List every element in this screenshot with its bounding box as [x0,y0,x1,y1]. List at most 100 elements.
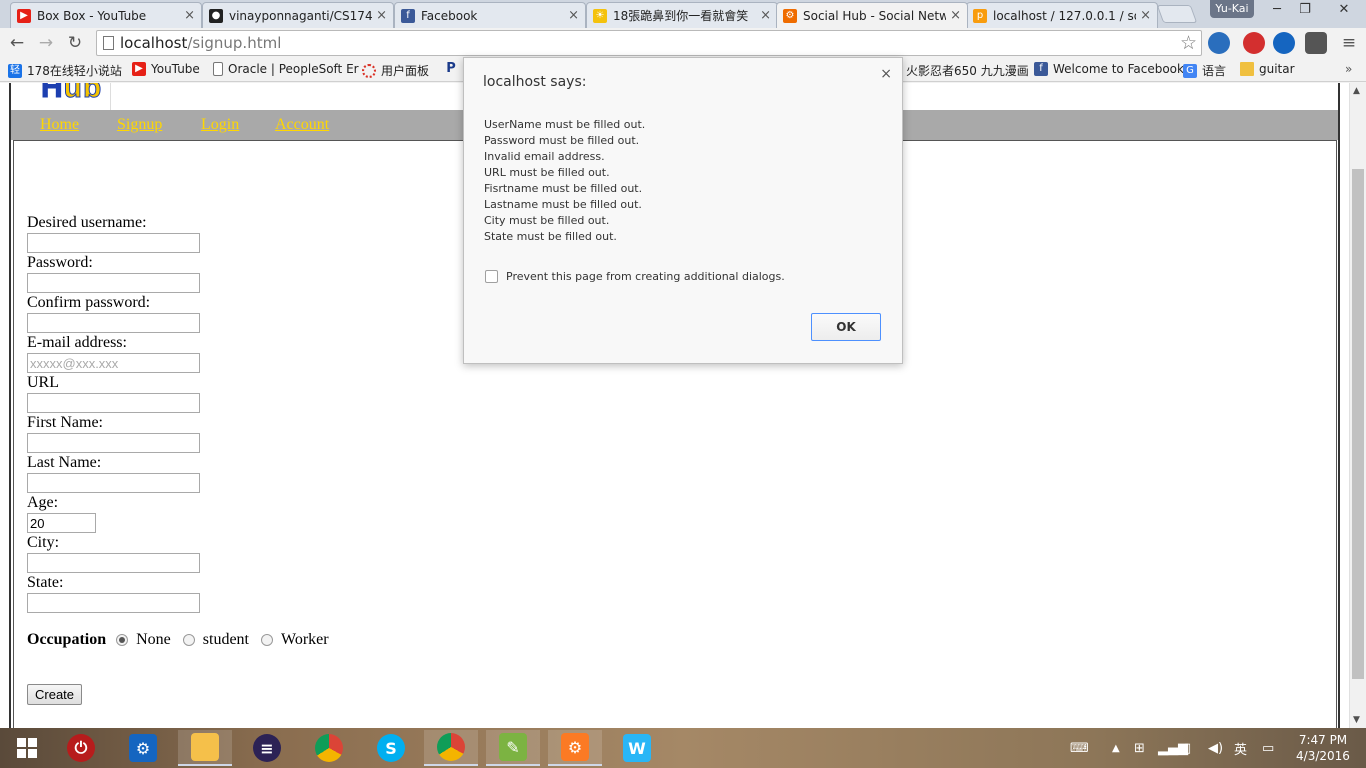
clock-time: 7:47 PM [1298,733,1348,747]
taskbar-chrome[interactable] [302,730,356,766]
state-input[interactable] [27,593,200,613]
close-tab-icon[interactable]: × [184,8,195,23]
close-window-icon[interactable]: ✕ [1322,0,1366,20]
keyboard-icon[interactable]: ⌨ [1070,728,1089,768]
taskbar-power[interactable]: ⏻ [54,730,108,766]
prevent-dialogs-checkbox[interactable] [485,270,498,283]
scroll-down-icon[interactable]: ▼ [1353,715,1360,725]
tab-box-box-youtube[interactable]: ▶ Box Box - YouTube × [10,2,202,28]
taskbar-xampp[interactable]: ⚙ [548,730,602,766]
page-scrollbar[interactable]: ▲ ▼ [1349,83,1366,728]
close-tab-icon[interactable]: × [376,8,387,23]
bookmark-user-panel[interactable]: 用户面板 [362,62,429,79]
bookmark-guitar[interactable]: guitar [1240,62,1295,76]
globe-icon[interactable] [1273,32,1295,54]
logo-letters: ub [63,83,103,105]
address-bar[interactable]: localhost/signup.html ☆ [96,30,1202,56]
taskbar-chrome-active[interactable] [424,730,478,766]
occupation-student-radio[interactable] [182,634,195,646]
maximize-icon[interactable]: ❐ [1290,0,1320,20]
eclipse-icon: ≡ [253,734,281,762]
taskbar-w-app[interactable]: W [610,730,664,766]
menu-icon[interactable]: ≡ [1338,32,1360,54]
scroll-thumb[interactable] [1352,169,1364,679]
folder-icon [1240,62,1254,76]
volume-icon[interactable]: ◀) [1208,728,1223,768]
close-tab-icon[interactable]: × [1140,8,1151,23]
lastname-input[interactable] [27,473,200,493]
tab-chinese-article[interactable]: ☀ 18張跪鼻到你一看就會笑 × [586,2,778,28]
tray-expand-icon[interactable]: ▲ [1112,728,1120,768]
forward-icon[interactable]: → [35,32,57,54]
bookmark-label: YouTube [151,62,200,76]
taskbar-notepad[interactable]: ✎ [486,730,540,766]
confirm-password-input[interactable] [27,313,200,333]
occupation-worker-radio[interactable] [261,634,273,646]
city-input[interactable] [27,553,200,573]
occupation-none-radio[interactable] [116,634,129,646]
bookmark-star-icon[interactable]: ☆ [1180,32,1197,54]
close-tab-icon[interactable]: × [568,8,579,23]
tab-github[interactable]: ● vinayponnaganti/CS174_F × [202,2,394,28]
bookmark-p[interactable]: P [444,62,463,76]
site-logo: Hub [11,83,111,110]
reload-icon[interactable]: ↻ [64,32,86,54]
opera-icon[interactable] [1243,32,1265,54]
system-clock[interactable]: 7:47 PM 4/3/2016 [1288,732,1358,764]
profile-button[interactable]: Yu-Kai [1210,0,1254,18]
bookmark-facebook[interactable]: f Welcome to Facebook [1034,62,1184,76]
close-tab-icon[interactable]: × [760,8,771,23]
dialog-message: Invalid email address. [484,150,605,163]
ime-indicator[interactable]: 英 [1234,728,1247,768]
url-input[interactable] [27,393,200,413]
extension-new-icon[interactable] [1208,32,1230,54]
windows-tray-icon[interactable]: ⊞ [1134,728,1145,768]
create-button[interactable]: Create [27,684,83,705]
email-input[interactable] [27,353,200,373]
battery-icon[interactable]: ▯ [1184,728,1191,768]
occupation-worker-label: Worker [281,631,329,648]
notification-icon[interactable]: ▭ [1262,728,1274,768]
taskbar-skype[interactable]: S [364,730,418,766]
extension-icon[interactable] [1305,32,1327,54]
tab-phpmyadmin[interactable]: p localhost / 127.0.0.1 / soc × [966,2,1158,28]
password-input[interactable] [27,273,200,293]
bookmark-oracle[interactable]: Oracle | PeopleSoft Er [213,62,359,76]
username-input[interactable] [27,233,200,253]
firstname-input[interactable] [27,433,200,453]
username-label: Desired username: [27,214,147,231]
new-tab-button[interactable] [1156,5,1198,23]
bookmark-naruto[interactable]: 火影忍者650 九九漫画 [906,62,1029,79]
nav-account-link[interactable]: Account [275,116,329,134]
tab-facebook[interactable]: f Facebook × [394,2,586,28]
taskbar-settings[interactable]: ⚙ [116,730,170,766]
tab-title: localhost / 127.0.0.1 / soc [993,8,1137,23]
start-button[interactable] [0,730,54,766]
minimize-icon[interactable]: ─ [1262,0,1292,20]
bookmark-language[interactable]: G 语言 [1183,62,1226,79]
tab-social-hub[interactable]: ⚙ Social Hub - Social Netwo × [776,2,968,28]
taskbar-file-explorer[interactable] [178,730,232,766]
bookmark-youtube[interactable]: ▶ YouTube [132,62,200,76]
bookmarks-overflow-icon[interactable]: » [1345,62,1352,76]
dialog-message: UserName must be filled out. [484,118,646,131]
scroll-up-icon[interactable]: ▲ [1353,86,1360,96]
nav-home-link[interactable]: Home [40,116,79,134]
url-path: /signup.html [187,34,282,52]
xampp-icon: ⚙ [561,733,589,761]
age-input[interactable] [27,513,96,533]
taskbar-eclipse[interactable]: ≡ [240,730,294,766]
occupation-student-label: student [202,631,249,648]
bookmark-label: 语言 [1202,64,1227,78]
ok-button[interactable]: OK [811,313,881,341]
nav-signup-link[interactable]: Signup [117,116,162,134]
bookmark-178[interactable]: 轻 178在线轻小说站 [8,62,122,79]
book-icon: 轻 [8,63,22,78]
nav-login-link[interactable]: Login [201,116,239,134]
close-icon[interactable]: × [880,66,892,82]
prevent-dialogs-option[interactable]: Prevent this page from creating addition… [485,270,785,283]
back-icon[interactable]: ← [6,32,28,54]
xampp-icon: ⚙ [783,8,797,23]
close-tab-icon[interactable]: × [950,8,961,23]
phpmyadmin-icon: p [973,8,987,23]
